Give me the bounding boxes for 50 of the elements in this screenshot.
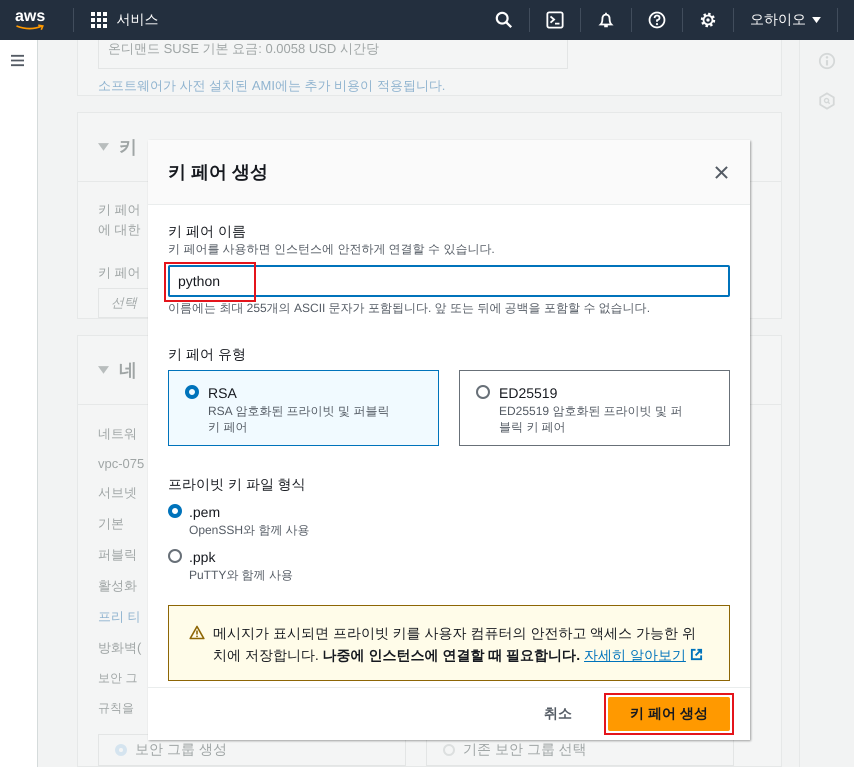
dialog-title: 키 페어 생성 — [168, 161, 268, 184]
settings-icon[interactable] — [699, 11, 717, 29]
setting-text: 기본 — [98, 515, 124, 533]
field-description: 키 페어를 사용하면 인스턴스에 안전하게 연결할 수 있습니다. — [168, 241, 495, 257]
setting-text: 프리 티 — [98, 608, 141, 626]
field-label: 키 페어 — [98, 264, 141, 282]
ami-note: 소프트웨어가 사전 설치된 AMI에는 추가 비용이 적용됩니다. — [98, 77, 446, 95]
field-label: 키 페어 유형 — [168, 345, 246, 364]
services-menu[interactable]: 서비스 — [116, 11, 158, 29]
setting-text: 퍼블릭 — [98, 546, 137, 564]
setting-text: 활성화 — [98, 577, 137, 595]
radio-button[interactable] — [168, 549, 182, 563]
external-link-icon[interactable] — [690, 648, 703, 661]
setting-text: 네트워 — [98, 425, 137, 443]
terminal-icon[interactable] — [546, 11, 564, 29]
input-field[interactable]: python — [168, 265, 730, 297]
setting-text: 서브넷 — [98, 484, 137, 502]
setting-text: 규칙을 — [98, 700, 134, 717]
close-icon[interactable] — [715, 166, 728, 178]
setting-text: 보안 그 — [98, 670, 138, 687]
option-label: .ppk — [189, 548, 216, 567]
warning-text: 메시지가 표시되면 프라이빗 키를 사용자 컴퓨터의 안전하고 액세스 가능한 위치에 저장합니다. 나중에 인스턴스에 연결할 때 필요합니다. 자세히 알아보기 — [213, 622, 709, 666]
option-description: PuTTY와 함께 사용 — [189, 567, 294, 583]
option-label: .pem — [189, 503, 220, 522]
menu-icon[interactable] — [10, 54, 25, 67]
search-icon[interactable] — [495, 11, 513, 29]
bell-icon[interactable] — [597, 11, 615, 29]
field-label: 프라이빗 키 파일 형식 — [168, 475, 306, 494]
create-key-pair-button[interactable]: 키 페어 생성 — [608, 697, 730, 731]
price-text: 온디맨드 SUSE 기본 요금: 0.0058 USD 시간당 — [108, 40, 379, 58]
setting-text: vpc-075 — [98, 456, 144, 471]
section-text: 키 페어 — [98, 201, 141, 219]
smile-arrow-icon — [15, 24, 46, 30]
region-menu[interactable]: 오하이오 — [750, 11, 821, 29]
learn-more-link[interactable]: 자세히 알아보기 — [584, 647, 703, 663]
section-text: 에 대한 — [98, 221, 141, 239]
option-description: OpenSSH와 함께 사용 — [189, 522, 311, 538]
radio-tile[interactable]: ED25519 ED25519 암호화된 프라이빗 및 퍼블릭 키 페어 — [459, 370, 730, 446]
caret-icon — [812, 17, 821, 24]
cancel-button[interactable]: 취소 — [532, 701, 584, 727]
field-label: 키 페어 이름 — [168, 222, 246, 241]
help-icon[interactable] — [648, 11, 666, 29]
setting-text: 방화벽( — [98, 639, 142, 657]
radio-tile[interactable]: RSA RSA 암호화된 프라이빗 및 퍼블릭 키 페어 — [168, 370, 439, 446]
grid-icon[interactable] — [90, 11, 108, 29]
section-title: 네 — [119, 359, 137, 382]
warning-icon — [189, 625, 205, 640]
section-title: 키 — [119, 136, 137, 159]
logo[interactable]: aws — [15, 10, 46, 30]
radio-button[interactable] — [168, 504, 182, 518]
